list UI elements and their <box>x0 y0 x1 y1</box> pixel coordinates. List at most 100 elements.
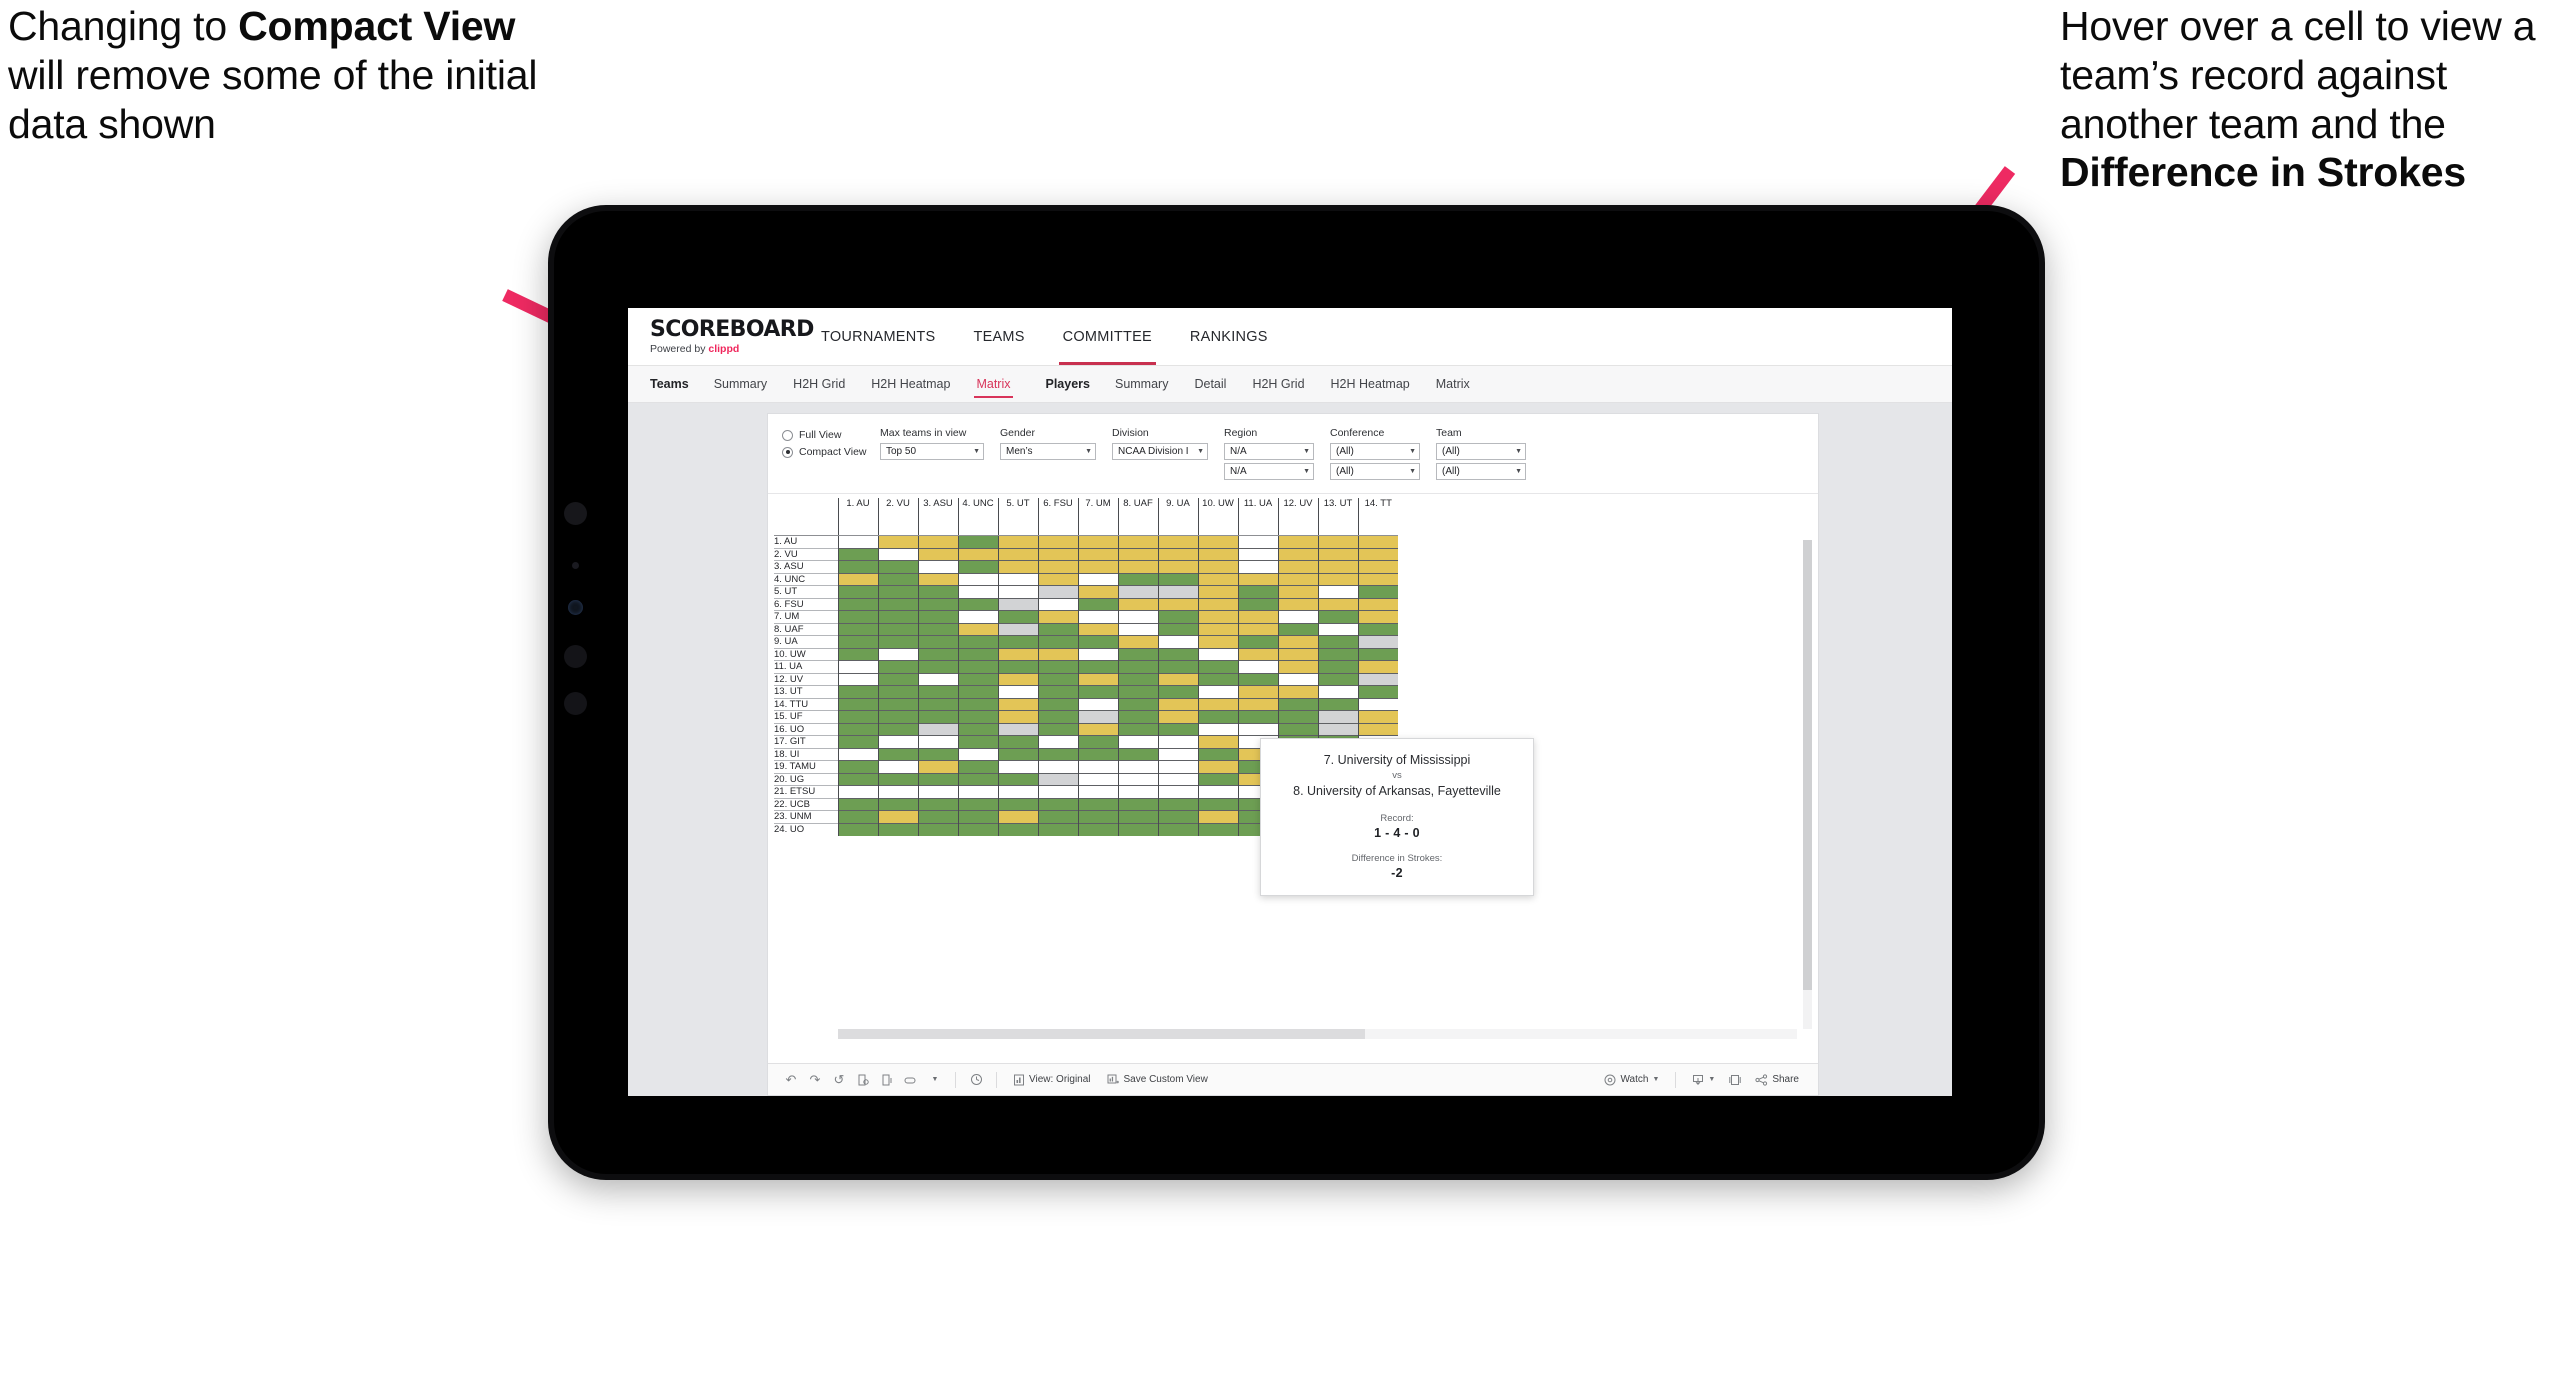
matrix-cell[interactable] <box>1077 747 1118 761</box>
matrix-cell[interactable] <box>1197 797 1238 811</box>
subnav-teams-summary[interactable]: Summary <box>701 366 780 402</box>
matrix-cell[interactable] <box>837 647 878 661</box>
revert-icon[interactable]: ↺ <box>828 1069 850 1091</box>
matrix-cell[interactable] <box>1197 597 1238 611</box>
matrix-cell[interactable] <box>1077 597 1118 611</box>
matrix-cell[interactable] <box>1077 610 1118 624</box>
matrix-cell[interactable] <box>1197 660 1238 674</box>
matrix-cell[interactable] <box>1117 635 1158 649</box>
matrix-cell[interactable] <box>1077 697 1118 711</box>
shape-icon[interactable] <box>900 1069 922 1091</box>
matrix-cell[interactable] <box>997 722 1038 736</box>
matrix-cell[interactable] <box>1237 560 1278 574</box>
matrix-cell[interactable] <box>1117 660 1158 674</box>
matrix-cell[interactable] <box>1037 672 1078 686</box>
matrix-cell[interactable] <box>1077 622 1118 636</box>
matrix-cell[interactable] <box>1157 535 1198 549</box>
matrix-cell[interactable] <box>1197 722 1238 736</box>
nav-tournaments[interactable]: TOURNAMENTS <box>802 308 954 365</box>
matrix-cell[interactable] <box>997 735 1038 749</box>
subnav-players-h2h-grid[interactable]: H2H Grid <box>1239 366 1317 402</box>
matrix-cell[interactable] <box>1277 622 1318 636</box>
matrix-cell[interactable] <box>1317 547 1358 561</box>
matrix-cell[interactable] <box>1157 560 1198 574</box>
matrix-cell[interactable] <box>1117 710 1158 724</box>
matrix-cell[interactable] <box>917 622 958 636</box>
matrix-cell[interactable] <box>877 760 918 774</box>
matrix-cell[interactable] <box>837 685 878 699</box>
matrix-cell[interactable] <box>1157 597 1198 611</box>
matrix-cell[interactable] <box>917 560 958 574</box>
matrix-cell[interactable] <box>1037 735 1078 749</box>
matrix-cell[interactable] <box>837 535 878 549</box>
radio-full-view[interactable]: Full View <box>782 429 880 441</box>
matrix-cell[interactable] <box>1237 672 1278 686</box>
matrix-cell[interactable] <box>877 785 918 799</box>
undo-icon[interactable]: ↶ <box>780 1069 802 1091</box>
matrix-cell[interactable] <box>997 685 1038 699</box>
matrix-cell[interactable] <box>917 635 958 649</box>
matrix-cell[interactable] <box>1157 585 1198 599</box>
matrix-cell[interactable] <box>1317 622 1358 636</box>
matrix-cell[interactable] <box>1277 647 1318 661</box>
matrix-cell[interactable] <box>1037 797 1078 811</box>
matrix-cell[interactable] <box>877 585 918 599</box>
matrix-cell[interactable] <box>917 597 958 611</box>
matrix-cell[interactable] <box>1317 685 1358 699</box>
matrix-cell[interactable] <box>1197 560 1238 574</box>
matrix-cell[interactable] <box>917 722 958 736</box>
matrix-cell[interactable] <box>1277 560 1318 574</box>
matrix-cell[interactable] <box>1357 635 1398 649</box>
matrix-cell[interactable] <box>1357 672 1398 686</box>
matrix-cell[interactable] <box>1077 685 1118 699</box>
matrix-cell[interactable] <box>1317 697 1358 711</box>
matrix-cell[interactable] <box>1357 547 1398 561</box>
matrix-cell[interactable] <box>1077 635 1118 649</box>
matrix-cell[interactable] <box>957 747 998 761</box>
matrix-cell[interactable] <box>1277 697 1318 711</box>
matrix-cell[interactable] <box>1077 535 1118 549</box>
filter-conference-select-1[interactable]: (All) ▼ <box>1330 442 1420 460</box>
matrix-cell[interactable] <box>1357 697 1398 711</box>
subnav-teams-h2h-grid[interactable]: H2H Grid <box>780 366 858 402</box>
matrix-cell[interactable] <box>1277 635 1318 649</box>
matrix-cell[interactable] <box>1237 635 1278 649</box>
matrix-cell[interactable] <box>957 622 998 636</box>
matrix-cell[interactable] <box>877 697 918 711</box>
matrix-cell[interactable] <box>1197 622 1238 636</box>
matrix-cell[interactable] <box>877 597 918 611</box>
matrix-cell[interactable] <box>957 660 998 674</box>
matrix-cell[interactable] <box>1317 610 1358 624</box>
matrix-cell[interactable] <box>1237 660 1278 674</box>
matrix-cell[interactable] <box>1117 560 1158 574</box>
matrix-cell[interactable] <box>917 572 958 586</box>
matrix-cell[interactable] <box>1197 697 1238 711</box>
matrix-cell[interactable] <box>1197 647 1238 661</box>
matrix-cell[interactable] <box>1197 635 1238 649</box>
matrix-cell[interactable] <box>1117 797 1158 811</box>
matrix-cell[interactable] <box>1037 635 1078 649</box>
matrix-cell[interactable] <box>877 772 918 786</box>
filter-conference-select-2[interactable]: (All) ▼ <box>1330 462 1420 480</box>
matrix-cell[interactable] <box>837 572 878 586</box>
matrix-cell[interactable] <box>1157 822 1198 836</box>
matrix-cell[interactable] <box>1117 685 1158 699</box>
matrix-cell[interactable] <box>1197 822 1238 836</box>
matrix-cell[interactable] <box>837 735 878 749</box>
app-logo[interactable]: SCOREBOARD Powered by clippd <box>650 318 814 355</box>
matrix-cell[interactable] <box>1117 785 1158 799</box>
matrix-cell[interactable] <box>957 635 998 649</box>
matrix-cell[interactable] <box>1037 810 1078 824</box>
matrix-cell[interactable] <box>877 610 918 624</box>
matrix-cell[interactable] <box>957 585 998 599</box>
matrix-cell[interactable] <box>1077 772 1118 786</box>
matrix-cell[interactable] <box>917 672 958 686</box>
matrix-cell[interactable] <box>997 710 1038 724</box>
subnav-teams-matrix[interactable]: Matrix <box>963 366 1023 402</box>
matrix-cell[interactable] <box>1317 572 1358 586</box>
matrix-cell[interactable] <box>1117 647 1158 661</box>
matrix-cell[interactable] <box>1077 785 1118 799</box>
matrix-cell[interactable] <box>1317 722 1358 736</box>
matrix-cell[interactable] <box>877 672 918 686</box>
matrix-cell[interactable] <box>1117 722 1158 736</box>
